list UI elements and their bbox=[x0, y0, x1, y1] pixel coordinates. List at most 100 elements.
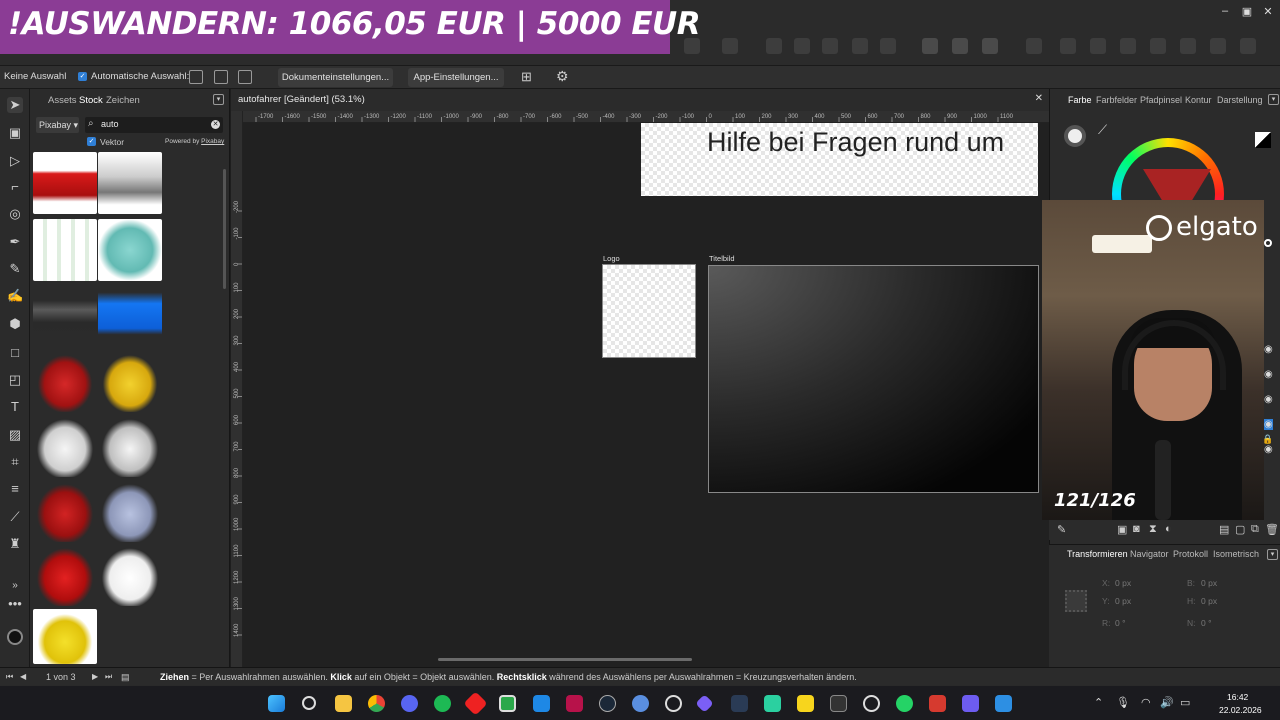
app-icon[interactable] bbox=[632, 695, 649, 712]
point-transform-icon[interactable]: ◎ bbox=[7, 206, 23, 222]
spotify-icon[interactable] bbox=[434, 695, 451, 712]
tab-protokoll[interactable]: Protokoll bbox=[1173, 549, 1208, 559]
tab-pfadpinsel[interactable]: Pfadpinsel bbox=[1140, 95, 1182, 105]
panel-menu-icon[interactable]: ▾ bbox=[213, 94, 224, 105]
tray-chevron-icon[interactable]: ⌃ bbox=[1094, 696, 1103, 709]
explorer-icon[interactable] bbox=[335, 695, 352, 712]
source-select[interactable]: Pixabay ▾ bbox=[36, 117, 79, 133]
eye-icon[interactable]: ◉ bbox=[1264, 394, 1273, 405]
document-settings-button[interactable]: Dokumenteinstellungen... bbox=[278, 68, 393, 87]
add-layer-icon[interactable]: ▢ bbox=[1235, 523, 1245, 536]
microphone-icon[interactable]: 🎙 bbox=[1116, 696, 1130, 709]
toolbar-icon[interactable] bbox=[1180, 38, 1196, 54]
select-arrow-icon[interactable] bbox=[189, 70, 203, 84]
app-icon[interactable] bbox=[764, 695, 781, 712]
stock-thumbnail[interactable] bbox=[33, 415, 97, 477]
close-document-icon[interactable]: ✕ bbox=[1035, 93, 1043, 104]
pen-tool-icon[interactable]: ✒ bbox=[7, 234, 23, 250]
horizontal-scrollbar[interactable] bbox=[438, 658, 692, 661]
b-field[interactable]: 0 px bbox=[1201, 578, 1217, 588]
app-icon[interactable] bbox=[695, 694, 714, 713]
canvas[interactable]: Hilfe bei Fragen rund um Logo Titelbild bbox=[243, 123, 1049, 667]
app-icon[interactable] bbox=[830, 695, 847, 712]
maximize-button[interactable]: ▣ bbox=[1241, 5, 1253, 18]
group-icon[interactable]: ▤ bbox=[1219, 523, 1229, 536]
select-group-icon[interactable] bbox=[214, 70, 228, 84]
stock-thumbnail[interactable] bbox=[98, 544, 162, 606]
panel-menu-icon[interactable]: ▾ bbox=[1267, 549, 1278, 560]
stock-thumbnail[interactable] bbox=[33, 285, 97, 347]
snap-icon[interactable] bbox=[952, 38, 968, 54]
clear-search-icon[interactable]: ✕ bbox=[211, 120, 220, 129]
app-icon[interactable] bbox=[929, 695, 946, 712]
text-tool-icon[interactable]: T bbox=[7, 399, 23, 415]
toolbar-icon[interactable] bbox=[1060, 38, 1076, 54]
tab-zeichen[interactable]: Zeichen bbox=[106, 95, 140, 106]
vektor-checkbox[interactable]: ✓ bbox=[87, 137, 96, 146]
stock-thumbnail[interactable] bbox=[98, 152, 162, 214]
toolbar-icon[interactable] bbox=[1150, 38, 1166, 54]
align-text-icon[interactable]: ≡ bbox=[7, 481, 23, 497]
panel-menu-icon[interactable]: ▾ bbox=[1268, 94, 1279, 105]
minimize-button[interactable]: – bbox=[1219, 5, 1231, 17]
stock-thumbnail[interactable] bbox=[33, 350, 97, 412]
clock-time[interactable]: 16:42 bbox=[1227, 692, 1248, 702]
expand-tools-icon[interactable]: » bbox=[7, 578, 23, 594]
tab-farbfelder[interactable]: Farbfelder bbox=[1096, 95, 1137, 105]
eye-icon[interactable]: ◉ bbox=[1264, 369, 1273, 380]
banner-artboard[interactable]: Hilfe bei Fragen rund um bbox=[641, 123, 1038, 196]
pages-icon[interactable]: ▤ bbox=[121, 672, 130, 683]
search-taskbar-icon[interactable] bbox=[302, 696, 316, 710]
paint-bucket-icon[interactable]: ♜ bbox=[7, 536, 23, 552]
stock-thumbnail[interactable] bbox=[33, 480, 97, 542]
steam-icon[interactable] bbox=[599, 695, 616, 712]
shape-tool-icon[interactable]: ◰ bbox=[7, 372, 23, 388]
vector-brush-icon[interactable]: ✍ bbox=[7, 288, 23, 304]
volume-icon[interactable]: 🔊 bbox=[1160, 696, 1174, 709]
toolbar-icon[interactable] bbox=[794, 38, 810, 54]
transform-icon[interactable] bbox=[982, 38, 998, 54]
search-input[interactable]: ⌕ auto ✕ bbox=[85, 117, 223, 133]
chrome-icon[interactable] bbox=[368, 695, 385, 712]
toolbar-icon[interactable] bbox=[1090, 38, 1106, 54]
pencil-tool-icon[interactable]: ✎ bbox=[7, 261, 23, 277]
fill-tool-icon[interactable]: ⬢ bbox=[7, 316, 23, 332]
node-tool-icon[interactable]: ▷ bbox=[7, 153, 23, 169]
prev-page-icon[interactable]: ◀ bbox=[20, 672, 26, 681]
titelbild-artboard-label[interactable]: Titelbild bbox=[709, 254, 735, 263]
vscode-icon[interactable] bbox=[533, 695, 550, 712]
toolbar-icon[interactable] bbox=[1240, 38, 1256, 54]
close-window-button[interactable]: ✕ bbox=[1262, 5, 1274, 18]
last-page-icon[interactable]: ⏭ bbox=[105, 672, 112, 682]
n-field[interactable]: 0 ° bbox=[1201, 618, 1212, 628]
stock-thumbnail[interactable] bbox=[98, 285, 162, 347]
crop-tool-icon[interactable]: ⌗ bbox=[7, 454, 23, 470]
stock-thumbnail[interactable] bbox=[98, 480, 162, 542]
whatsapp-icon[interactable] bbox=[896, 695, 913, 712]
battery-icon[interactable]: ▭ bbox=[1180, 696, 1190, 709]
fx-icon[interactable]: ⧗ bbox=[1149, 523, 1157, 536]
toolbar-icon[interactable] bbox=[822, 38, 838, 54]
mask-icon[interactable]: ▣ bbox=[1117, 523, 1127, 536]
stock-thumbnail[interactable] bbox=[33, 609, 97, 664]
chatgpt-icon[interactable] bbox=[863, 695, 880, 712]
tab-navigator[interactable]: Navigator bbox=[1130, 549, 1169, 559]
align-icon[interactable] bbox=[922, 38, 938, 54]
eye-icon[interactable]: ◉ bbox=[1264, 419, 1273, 430]
toolbar-icon[interactable] bbox=[1210, 38, 1226, 54]
edit-layer-icon[interactable]: ✎ bbox=[1057, 523, 1066, 536]
document-tab[interactable]: autofahrer [Geändert] (53.1%) ✕ bbox=[231, 89, 1049, 111]
stock-thumbnail[interactable] bbox=[98, 415, 162, 477]
y-field[interactable]: 0 px bbox=[1115, 596, 1131, 606]
rectangle-tool-icon[interactable]: □ bbox=[7, 345, 23, 361]
move-tool-icon[interactable]: ➤ bbox=[7, 97, 23, 113]
affinity-designer-icon[interactable] bbox=[499, 695, 516, 712]
x-field[interactable]: 0 px bbox=[1115, 578, 1131, 588]
auto-select-checkbox[interactable]: ✓ bbox=[78, 72, 87, 81]
logo-artboard-label[interactable]: Logo bbox=[603, 254, 620, 263]
tab-assets[interactable]: Assets bbox=[48, 95, 77, 106]
stock-thumbnail[interactable] bbox=[33, 152, 97, 214]
eye-icon[interactable]: ◉ bbox=[1264, 444, 1273, 455]
wifi-icon[interactable]: ◠ bbox=[1141, 696, 1151, 709]
eyedropper-tool-icon[interactable]: ⟋ bbox=[7, 509, 23, 525]
